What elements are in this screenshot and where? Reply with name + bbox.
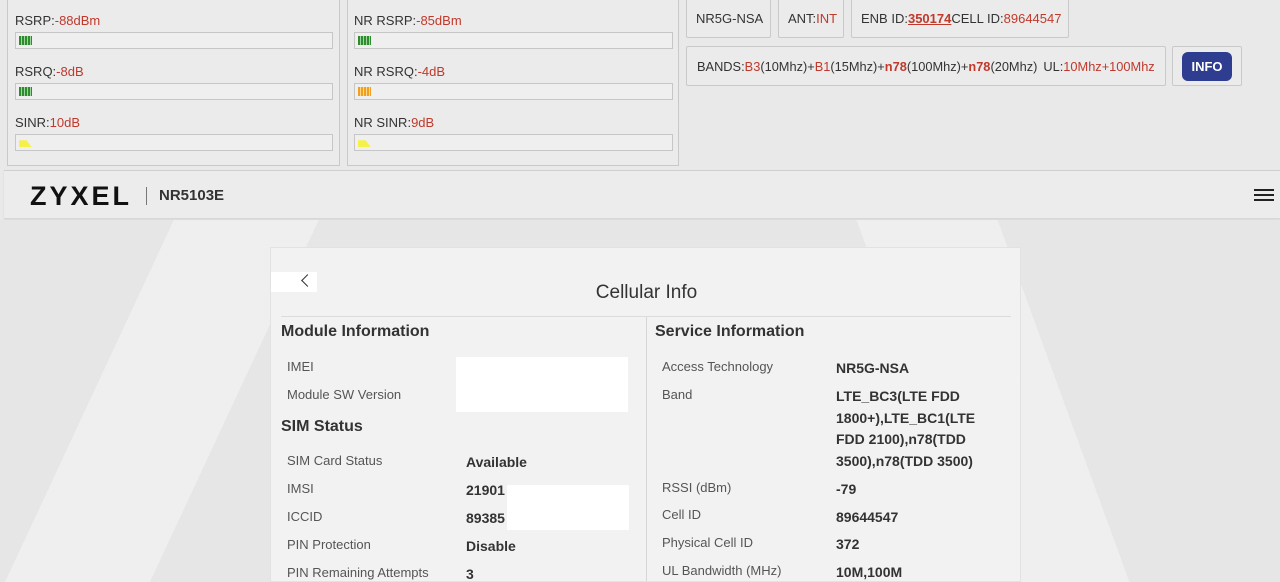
ul-label: UL:: [1043, 58, 1064, 74]
physical-cell-id-value: 372: [836, 536, 860, 552]
rssi-value: -79: [836, 481, 857, 497]
enb-label: ENB ID:: [861, 10, 908, 26]
cell-id-value: 89644547: [1003, 10, 1062, 26]
rsrp-bar: [15, 32, 333, 49]
imsi-label: IMSI: [287, 481, 314, 496]
imei-label: IMEI: [287, 359, 314, 374]
access-technology-value: NR5G-NSA: [836, 360, 910, 376]
nr-signal-panel: NR RSRP:-85dBm NR RSRQ:-4dB NR SINR:9dB: [347, 0, 679, 166]
bands-label: BANDS:: [697, 58, 745, 74]
ul-bandwidth-value: 10M,100M: [836, 564, 903, 580]
module-sw-version-label: Module SW Version: [287, 387, 402, 402]
cell-ids-box: ENB ID: 350174 CELL ID: 89644547: [851, 0, 1069, 38]
rsrq-bar: [15, 83, 333, 100]
module-info-heading: Module Information: [281, 323, 430, 340]
iccid-label: ICCID: [287, 509, 323, 524]
band-3-bw: (100Mhz)+: [906, 58, 969, 74]
band-4: n78: [968, 58, 991, 74]
redaction-box: [456, 357, 628, 412]
rssi-label: RSSI (dBm): [662, 480, 732, 495]
enb-id-link[interactable]: 350174: [908, 11, 951, 26]
column-divider: [646, 317, 647, 581]
ul-bandwidth-label: UL Bandwidth (MHz): [662, 563, 782, 578]
network-mode-box: NR5G-NSA: [686, 0, 771, 38]
header-separator: [146, 187, 147, 205]
iccid-value: 89385: [466, 510, 505, 526]
band-label: Band: [662, 387, 693, 402]
nr-rsrp-label: NR RSRP:-85dBm: [354, 13, 462, 28]
service-info-heading: Service Information: [655, 323, 805, 340]
nr-rsrp-bar: [354, 32, 673, 49]
antenna-box: ANT: INT: [778, 0, 844, 38]
pin-remaining-attempts-value: 3: [466, 566, 474, 582]
band-1-bw: (10Mhz)+: [760, 58, 815, 74]
rsrp-bar-fill: [19, 36, 32, 45]
lte-signal-panel: RSRP:-88dBm RSRQ:-8dB SINR:10dB: [7, 0, 340, 166]
band-2: B1: [814, 58, 831, 74]
pin-remaining-attempts-label: PIN Remaining Attempts: [287, 565, 429, 580]
sinr-bar-fill: [19, 140, 32, 147]
ul-value: 10Mhz+100Mhz: [1063, 58, 1155, 74]
nr-sinr-bar-fill: [358, 140, 371, 147]
sinr-bar: [15, 134, 333, 151]
access-technology-label: Access Technology: [662, 359, 774, 374]
imsi-value: 21901: [466, 482, 505, 498]
pin-protection-label: PIN Protection: [287, 537, 371, 552]
network-mode: NR5G-NSA: [696, 10, 764, 26]
cellular-info-card: Cellular Info Module Information IMEI Mo…: [270, 247, 1021, 582]
info-button-box: INFO: [1172, 46, 1242, 86]
band-value: LTE_BC3(LTE FDD 1800+),LTE_BC1(LTE FDD 2…: [836, 388, 976, 469]
app-header: ZYXEL NR5103E: [4, 170, 1280, 219]
band-3: n78: [884, 58, 907, 74]
redaction-box-sim: [507, 485, 629, 530]
band-2-bw: (15Mhz)+: [830, 58, 885, 74]
rsrq-bar-fill: [19, 87, 32, 96]
rsrp-label: RSRP:-88dBm: [15, 13, 101, 28]
band-4-bw: (20Mhz): [990, 58, 1038, 74]
nr-rsrq-label: NR RSRQ:-4dB: [354, 64, 446, 79]
hamburger-menu-icon[interactable]: [1254, 189, 1274, 203]
nr-sinr-label: NR SINR:9dB: [354, 115, 435, 130]
sim-status-heading: SIM Status: [281, 418, 363, 435]
cell-id-row-label: Cell ID: [662, 507, 702, 522]
page-title: Cellular Info: [595, 282, 698, 303]
bands-box: BANDS: B3 (10Mhz)+ B1 (15Mhz)+ n78 (100Mhz)…: [686, 46, 1166, 86]
nr-sinr-bar: [354, 134, 673, 151]
info-button[interactable]: INFO: [1182, 51, 1232, 81]
physical-cell-id-label: Physical Cell ID: [662, 535, 754, 550]
pin-protection-value: Disable: [466, 538, 516, 554]
antenna-value: INT: [816, 10, 838, 26]
band-1: B3: [744, 58, 761, 74]
antenna-label: ANT:: [788, 10, 817, 26]
nr-rsrq-bar: [354, 83, 673, 100]
sinr-label: SINR:10dB: [15, 115, 81, 130]
brand-logo[interactable]: ZYXEL: [30, 181, 132, 212]
rsrq-label: RSRQ:-8dB: [15, 64, 84, 79]
nr-rsrq-bar-fill: [358, 87, 371, 96]
cell-id-label: CELL ID:: [951, 10, 1004, 26]
sim-card-status-label: SIM Card Status: [287, 453, 383, 468]
cell-id-row-value: 89644547: [836, 509, 899, 525]
nr-rsrp-bar-fill: [358, 36, 371, 45]
sim-card-status-value: Available: [466, 454, 527, 470]
model-name: NR5103E: [159, 187, 225, 204]
